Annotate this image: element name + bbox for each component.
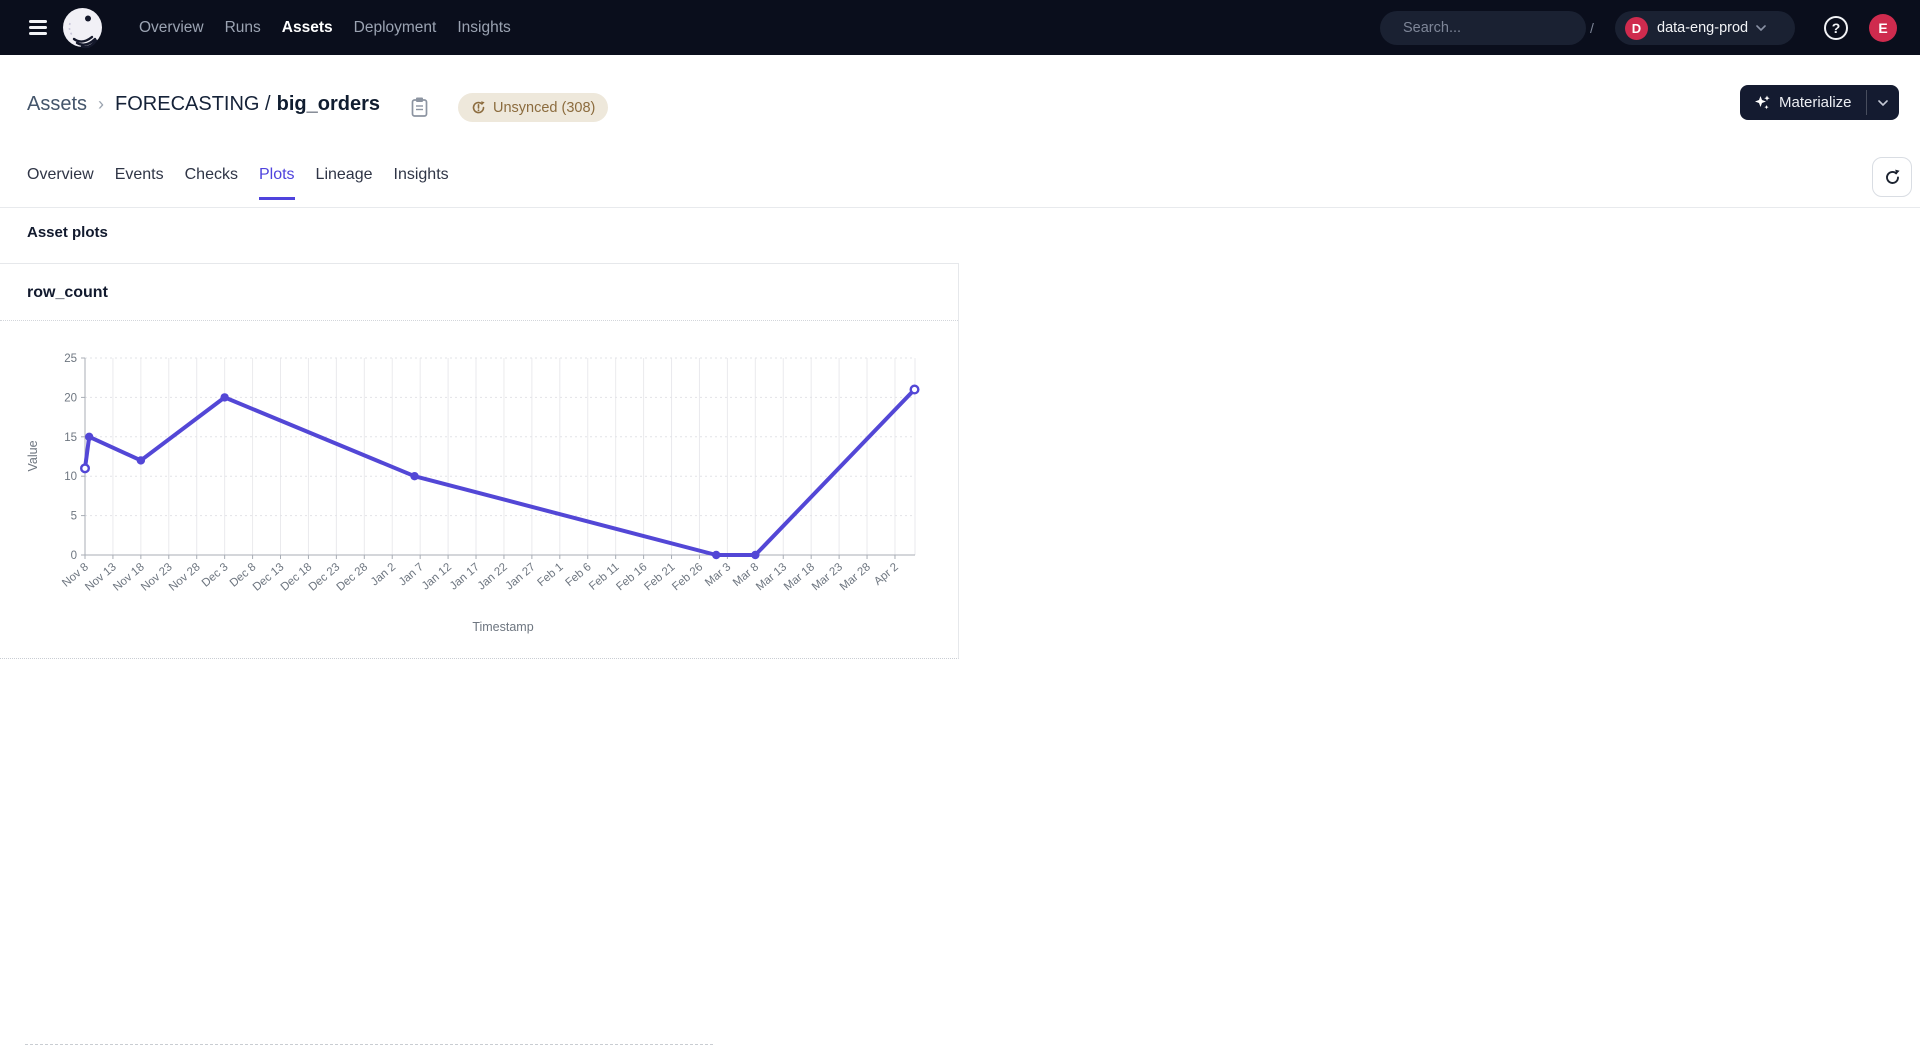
top-nav: Overview Runs Assets Deployment Insights / D…: [0, 0, 1920, 55]
svg-text:Timestamp: Timestamp: [472, 620, 533, 634]
svg-text:20: 20: [64, 392, 77, 404]
svg-text:Jan 17: Jan 17: [448, 561, 482, 592]
svg-text:Feb 26: Feb 26: [670, 561, 705, 593]
svg-text:Mar 3: Mar 3: [703, 561, 733, 589]
tab-insights[interactable]: Insights: [394, 166, 449, 200]
nav-links: Overview Runs Assets Deployment Insights: [139, 0, 511, 55]
breadcrumb-separator: ›: [98, 94, 104, 115]
menu-icon[interactable]: [29, 20, 47, 35]
row-count-line-chart[interactable]: 0510152025Nov 8Nov 13Nov 18Nov 23Nov 28D…: [0, 321, 958, 659]
deployment-name: data-eng-prod: [1657, 20, 1748, 36]
svg-text:Feb 21: Feb 21: [642, 561, 677, 593]
svg-text:Mar 23: Mar 23: [810, 561, 845, 593]
tab-plots[interactable]: Plots: [259, 166, 295, 200]
materialize-dropdown-button[interactable]: [1867, 85, 1899, 120]
sync-alert-icon: [471, 100, 486, 115]
svg-text:Dec 3: Dec 3: [200, 561, 231, 590]
nav-link-overview[interactable]: Overview: [139, 19, 204, 37]
refresh-button[interactable]: [1872, 157, 1912, 197]
breadcrumb-group: FORECASTING /: [115, 93, 271, 116]
svg-text:Feb 1: Feb 1: [535, 561, 565, 589]
svg-text:Mar 18: Mar 18: [782, 561, 817, 593]
deployment-badge: D: [1625, 17, 1648, 40]
search-shortcut-hint: /: [1590, 20, 1594, 36]
svg-text:Nov 28: Nov 28: [167, 561, 203, 594]
tab-checks[interactable]: Checks: [185, 166, 238, 200]
tabs-divider: [0, 207, 1920, 208]
nav-link-insights[interactable]: Insights: [457, 19, 510, 37]
plot-card-title: row_count: [0, 264, 958, 321]
search-box[interactable]: /: [1380, 11, 1586, 45]
chevron-down-icon: [1878, 100, 1888, 106]
dagster-logo[interactable]: [60, 5, 105, 50]
svg-text:Apr 2: Apr 2: [872, 561, 901, 588]
copy-asset-name-icon[interactable]: [410, 96, 429, 118]
sparkles-icon: [1754, 94, 1771, 111]
svg-text:15: 15: [64, 432, 77, 444]
breadcrumb: Assets › FORECASTING / big_orders: [27, 93, 380, 116]
nav-link-assets[interactable]: Assets: [282, 19, 333, 37]
section-title: Asset plots: [27, 224, 108, 241]
status-badge[interactable]: Unsynced (308): [458, 93, 608, 122]
breadcrumb-assets-link[interactable]: Assets: [27, 93, 87, 116]
svg-text:25: 25: [64, 353, 77, 365]
svg-text:Mar 13: Mar 13: [754, 561, 789, 593]
tab-events[interactable]: Events: [115, 166, 164, 200]
materialize-label: Materialize: [1779, 94, 1852, 111]
svg-text:Mar 28: Mar 28: [838, 561, 873, 593]
svg-text:Jan 22: Jan 22: [476, 561, 510, 592]
materialize-split-button: Materialize: [1740, 85, 1899, 120]
asset-tabs: Overview Events Checks Plots Lineage Insights: [27, 166, 449, 200]
svg-text:5: 5: [71, 511, 77, 523]
svg-text:10: 10: [64, 471, 77, 483]
svg-text:Jan 2: Jan 2: [369, 561, 398, 588]
help-button[interactable]: ?: [1824, 16, 1848, 40]
tab-lineage[interactable]: Lineage: [316, 166, 373, 200]
nav-link-deployment[interactable]: Deployment: [354, 19, 437, 37]
search-input[interactable]: [1403, 20, 1590, 36]
chevron-down-icon: [1756, 25, 1766, 31]
svg-text:Jan 27: Jan 27: [504, 561, 538, 592]
refresh-icon: [1883, 168, 1902, 187]
deployment-switcher[interactable]: D data-eng-prod: [1615, 11, 1795, 45]
svg-text:Jan 12: Jan 12: [420, 561, 454, 592]
svg-text:0: 0: [71, 550, 77, 562]
tab-overview[interactable]: Overview: [27, 166, 94, 200]
page-title: big_orders: [277, 93, 380, 116]
nav-link-runs[interactable]: Runs: [225, 19, 261, 37]
materialize-button[interactable]: Materialize: [1740, 85, 1866, 120]
svg-text:Dec 28: Dec 28: [335, 561, 371, 594]
svg-text:Value: Value: [26, 440, 40, 471]
app: Overview Runs Assets Deployment Insights / D…: [0, 0, 1920, 1047]
plot-card-row-count: row_count 0510152025Nov 8Nov 13Nov 18Nov…: [0, 263, 959, 659]
avatar[interactable]: E: [1869, 14, 1897, 42]
svg-text:Feb 16: Feb 16: [614, 561, 649, 593]
status-badge-label: Unsynced (308): [493, 100, 595, 116]
bottom-divider: [25, 1044, 713, 1045]
